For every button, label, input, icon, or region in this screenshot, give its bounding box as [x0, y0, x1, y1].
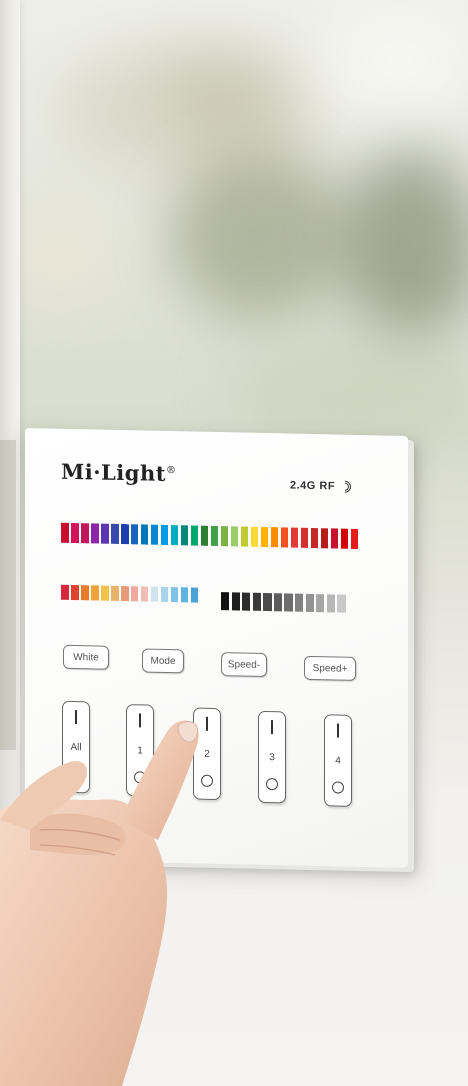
background-blur	[340, 150, 468, 340]
registered-mark: ®	[165, 464, 177, 477]
color-segment[interactable]	[326, 594, 335, 613]
color-segment[interactable]	[160, 524, 169, 545]
color-segment[interactable]	[180, 525, 189, 546]
color-touch-slider[interactable]	[61, 522, 359, 549]
color-segment[interactable]	[221, 592, 230, 611]
brand-logo: Mi·Light®	[61, 459, 176, 486]
color-segment[interactable]	[130, 586, 139, 602]
color-segment[interactable]	[180, 587, 189, 603]
color-segment[interactable]	[290, 527, 299, 548]
color-segment[interactable]	[310, 527, 319, 549]
rf-text: 2.4G RF	[290, 479, 336, 493]
color-segment[interactable]	[120, 585, 129, 602]
color-segment[interactable]	[80, 523, 89, 544]
color-segment[interactable]	[284, 593, 293, 612]
color-segment[interactable]	[170, 525, 179, 546]
wireless-signal-icon	[336, 478, 354, 496]
color-segment[interactable]	[210, 525, 219, 547]
color-segment[interactable]	[270, 527, 279, 548]
color-segment[interactable]	[190, 525, 199, 546]
color-segment[interactable]	[316, 594, 325, 613]
speed-down-label: Speed-	[227, 658, 261, 671]
speed-up-button[interactable]: Speed+	[304, 655, 356, 681]
color-segment[interactable]	[100, 585, 109, 601]
color-segment[interactable]	[340, 528, 349, 549]
color-segment[interactable]	[90, 523, 99, 544]
color-segment[interactable]	[140, 586, 149, 602]
color-segment[interactable]	[140, 524, 149, 545]
color-segment[interactable]	[160, 586, 169, 602]
color-segment[interactable]	[260, 526, 269, 548]
color-segment[interactable]	[337, 594, 346, 613]
color-segment[interactable]	[295, 593, 304, 612]
color-segment[interactable]	[150, 524, 159, 545]
pointing-hand	[0, 720, 199, 1086]
zone-3-label: 3	[269, 752, 275, 764]
color-segment[interactable]	[130, 524, 139, 545]
on-indicator-icon	[271, 720, 273, 735]
color-segment[interactable]	[70, 522, 79, 544]
speed-down-button[interactable]: Speed-	[221, 652, 267, 678]
brightness-slider[interactable]	[221, 592, 346, 613]
color-segment[interactable]	[230, 526, 239, 547]
color-segment[interactable]	[280, 527, 289, 548]
color-segment[interactable]	[350, 528, 359, 549]
color-segment[interactable]	[150, 586, 159, 602]
zone-4-button[interactable]: 4	[324, 714, 352, 807]
background-blur	[170, 150, 350, 320]
background-blur	[320, 0, 468, 120]
color-segment[interactable]	[200, 525, 209, 546]
color-segment[interactable]	[242, 592, 251, 611]
color-segment[interactable]	[252, 592, 261, 611]
color-segment[interactable]	[70, 584, 79, 601]
color-segment[interactable]	[320, 528, 329, 549]
rf-label: 2.4G RF	[290, 478, 354, 496]
white-button-label: White	[73, 651, 99, 664]
color-segment[interactable]	[250, 526, 259, 547]
color-segment[interactable]	[330, 528, 339, 549]
mode-button-label: Mode	[150, 655, 176, 667]
zone-3-button[interactable]: 3	[258, 710, 286, 804]
zone-4-label: 4	[335, 755, 341, 767]
background-blur	[20, 210, 100, 300]
color-segment[interactable]	[231, 592, 240, 611]
brand-name: Mi·Light	[61, 458, 166, 486]
mode-button[interactable]: Mode	[142, 648, 184, 674]
color-segment[interactable]	[61, 522, 69, 543]
color-segment[interactable]	[273, 593, 283, 612]
white-button[interactable]: White	[63, 644, 109, 670]
color-segment[interactable]	[120, 523, 129, 545]
color-temperature-slider[interactable]	[61, 584, 199, 603]
color-segment[interactable]	[100, 523, 109, 544]
color-segment[interactable]	[170, 587, 179, 603]
color-segment[interactable]	[263, 592, 272, 612]
color-segment[interactable]	[80, 585, 89, 601]
speed-up-label: Speed+	[312, 662, 348, 675]
off-ring-icon	[332, 781, 344, 794]
color-segment[interactable]	[110, 585, 119, 601]
color-segment[interactable]	[305, 593, 314, 613]
color-segment[interactable]	[90, 585, 99, 601]
color-segment[interactable]	[300, 527, 309, 548]
color-segment[interactable]	[220, 526, 229, 547]
color-segment[interactable]	[190, 587, 199, 603]
color-segment[interactable]	[240, 526, 249, 547]
on-indicator-icon	[337, 723, 339, 738]
color-segment[interactable]	[61, 584, 69, 600]
background-blur	[160, 60, 280, 140]
color-segment[interactable]	[110, 523, 119, 544]
off-ring-icon	[266, 778, 278, 791]
